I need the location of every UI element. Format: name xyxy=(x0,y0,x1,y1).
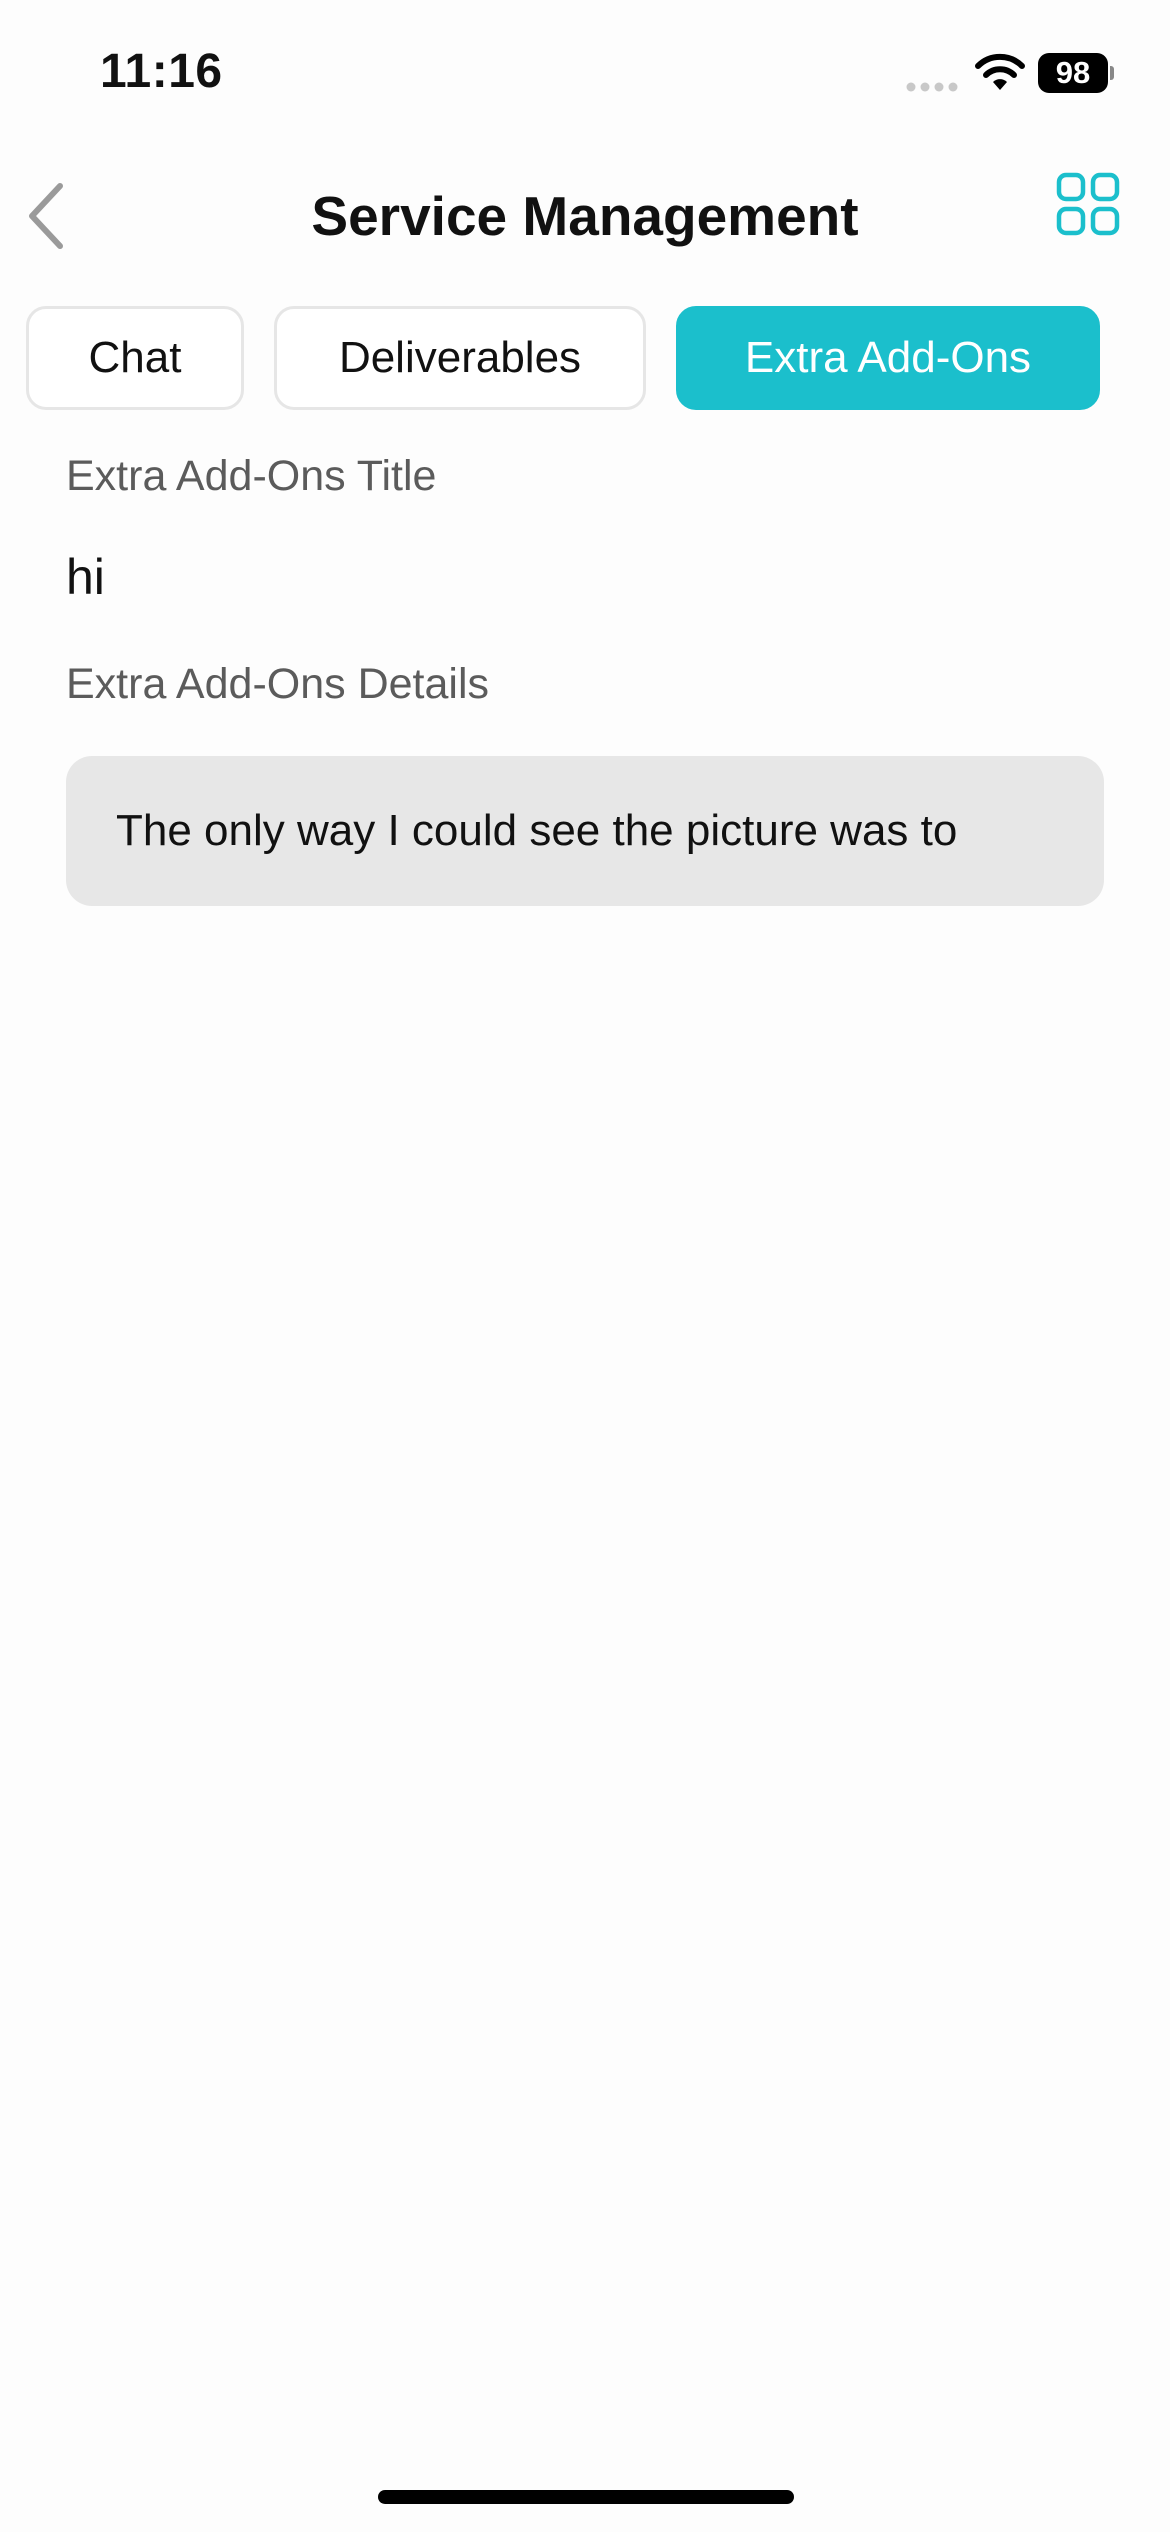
extra-add-ons-details-label: Extra Add-Ons Details xyxy=(66,660,490,708)
extra-add-ons-title-value: hi xyxy=(66,549,105,605)
home-indicator[interactable] xyxy=(378,2490,794,2504)
extra-add-ons-title-label: Extra Add-Ons Title xyxy=(66,452,437,500)
tab-bar: Chat Deliverables Extra Add-Ons xyxy=(0,306,1170,414)
battery-level: 98 xyxy=(1038,53,1108,93)
extra-add-ons-details-field[interactable]: The only way I could see the picture was… xyxy=(66,756,1104,906)
cellular-signal-icon xyxy=(906,82,958,92)
battery-cap xyxy=(1110,66,1114,80)
tab-deliverables[interactable]: Deliverables xyxy=(274,306,646,410)
battery-indicator: 98 xyxy=(1038,53,1114,93)
status-time: 11:16 xyxy=(100,45,223,98)
nav-bar: Service Management xyxy=(0,150,1170,280)
status-bar: 11:16 98 xyxy=(0,0,1170,150)
tab-extra-add-ons[interactable]: Extra Add-Ons xyxy=(676,306,1100,410)
tab-chat[interactable]: Chat xyxy=(26,306,244,410)
page-title: Service Management xyxy=(311,185,859,247)
wifi-icon xyxy=(975,53,1025,90)
grid-icon[interactable] xyxy=(1056,172,1120,236)
